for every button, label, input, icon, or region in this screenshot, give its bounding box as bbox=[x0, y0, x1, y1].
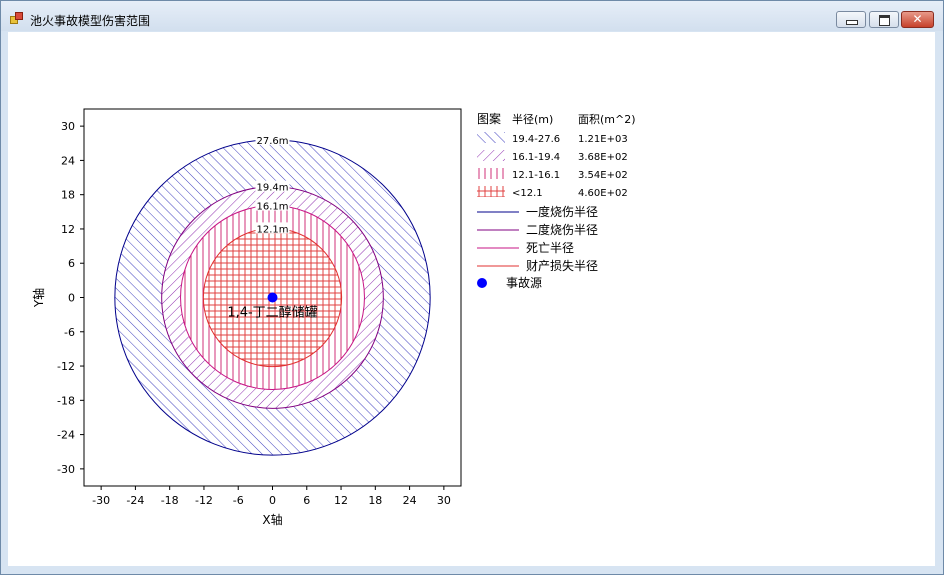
legend-header-pattern: 图案 bbox=[477, 111, 501, 126]
app-window: 池火事故模型伤害范围 ✕ 27.6m 19.4m 16.1m 12.1m 1,4… bbox=[0, 0, 944, 575]
chart-area: 27.6m 19.4m 16.1m 12.1m 1,4-丁二醇储罐 -30 -24 -18 -… bbox=[8, 32, 935, 566]
app-icon bbox=[10, 12, 23, 24]
x-tick-label: -18 bbox=[161, 494, 179, 507]
legend-header-area: 面积(m^2) bbox=[578, 113, 636, 126]
legend-swatch-diag-purple bbox=[477, 150, 505, 161]
legend-zone-area: 1.21E+03 bbox=[578, 134, 628, 145]
legend-swatch-vertical bbox=[477, 168, 505, 179]
legend-source-marker bbox=[477, 278, 487, 288]
y-tick-label: 6 bbox=[68, 257, 75, 270]
legend-swatch-diag-blue bbox=[477, 132, 505, 143]
x-tick-label: 24 bbox=[403, 494, 417, 507]
y-tick-label: 30 bbox=[61, 120, 75, 133]
minimize-button[interactable] bbox=[836, 11, 866, 28]
x-tick-label: 0 bbox=[269, 494, 276, 507]
maximize-button[interactable] bbox=[869, 11, 899, 28]
minimize-icon bbox=[846, 20, 858, 25]
y-tick-label: -18 bbox=[57, 394, 75, 407]
y-tick-label: 0 bbox=[68, 292, 75, 305]
legend-line-label: 死亡半径 bbox=[526, 241, 574, 255]
y-tick-label: 24 bbox=[61, 154, 75, 167]
x-axis-label: X轴 bbox=[262, 512, 282, 527]
legend-swatch-grid bbox=[477, 186, 505, 197]
legend-zone-range: 16.1-19.4 bbox=[512, 152, 560, 163]
x-tick-label: -12 bbox=[195, 494, 213, 507]
accident-source-marker bbox=[267, 292, 278, 303]
radius-label-2: 16.1m bbox=[256, 202, 288, 213]
y-tick-label: -24 bbox=[57, 429, 75, 442]
y-axis-label: Y轴 bbox=[31, 288, 46, 308]
y-tick-label: 18 bbox=[61, 189, 75, 202]
x-tick-label: 12 bbox=[334, 494, 348, 507]
legend-line-label: 财产损失半径 bbox=[526, 258, 598, 273]
x-tick-label: -24 bbox=[126, 494, 144, 507]
source-label: 1,4-丁二醇储罐 bbox=[227, 305, 317, 321]
legend-zone-area: 3.68E+02 bbox=[578, 152, 628, 163]
close-button[interactable]: ✕ bbox=[901, 11, 934, 28]
legend-zone-range: 19.4-27.6 bbox=[512, 134, 560, 145]
damage-range-chart: 27.6m 19.4m 16.1m 12.1m 1,4-丁二醇储罐 -30 -24 -18 -… bbox=[31, 108, 636, 527]
legend-zone-area: 3.54E+02 bbox=[578, 170, 628, 181]
radius-label-1: 19.4m bbox=[256, 183, 288, 194]
title-bar[interactable]: 池火事故模型伤害范围 ✕ bbox=[1, 1, 943, 31]
y-tick-label: -30 bbox=[57, 463, 75, 476]
legend-header-radius: 半径(m) bbox=[512, 112, 553, 126]
x-tick-label: 30 bbox=[437, 494, 451, 507]
close-icon: ✕ bbox=[912, 12, 923, 26]
x-tick-label: 6 bbox=[303, 494, 310, 507]
radius-label-3: 12.1m bbox=[256, 224, 288, 235]
y-tick-label: -6 bbox=[64, 326, 75, 339]
y-tick-label: 12 bbox=[61, 223, 75, 236]
legend-zone-area: 4.60E+02 bbox=[578, 188, 628, 199]
legend-source-label: 事故源 bbox=[506, 275, 542, 290]
legend-zone-range: <12.1 bbox=[512, 188, 543, 199]
restore-icon bbox=[879, 15, 890, 26]
legend-line-label: 一度烧伤半径 bbox=[526, 204, 598, 219]
x-tick-label: 18 bbox=[368, 494, 382, 507]
window-title: 池火事故模型伤害范围 bbox=[30, 14, 151, 28]
legend-line-label: 二度烧伤半径 bbox=[526, 222, 598, 237]
x-tick-label: -6 bbox=[233, 494, 244, 507]
legend-zone-range: 12.1-16.1 bbox=[512, 170, 560, 181]
radius-label-0: 27.6m bbox=[256, 136, 288, 147]
x-tick-label: -30 bbox=[92, 494, 110, 507]
y-tick-label: -12 bbox=[57, 360, 75, 373]
